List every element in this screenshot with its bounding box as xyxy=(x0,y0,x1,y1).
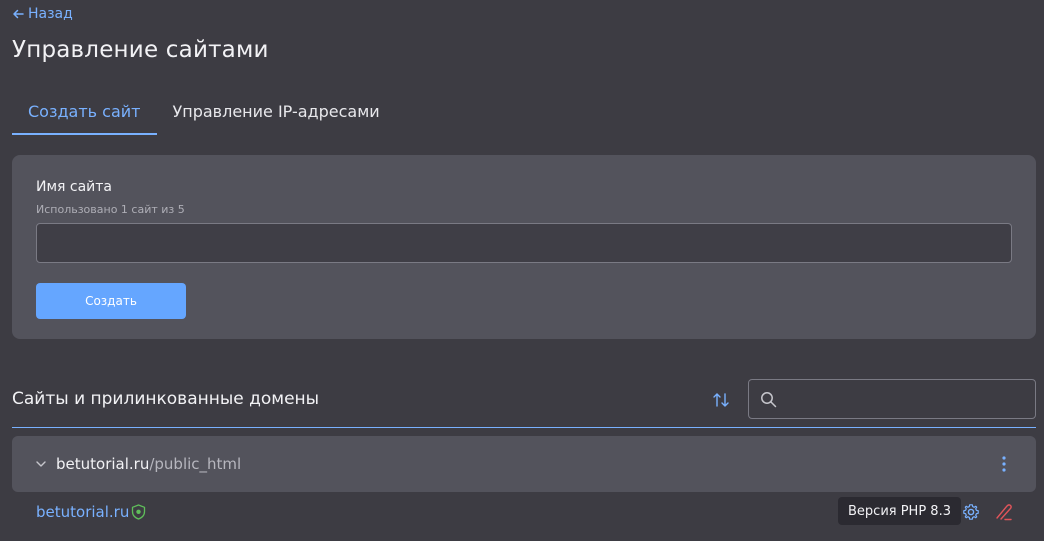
site-directory: /public_html xyxy=(149,455,242,473)
site-name-label: Имя сайта xyxy=(36,179,113,195)
sort-button[interactable] xyxy=(710,390,732,410)
tab-create-site[interactable]: Создать сайт xyxy=(12,92,157,135)
ssl-shield-icon xyxy=(131,504,146,520)
site-path: betutorial.ru/public_html xyxy=(56,455,241,473)
site-domain: betutorial.ru xyxy=(56,455,150,473)
sort-icon xyxy=(713,393,729,407)
site-name-input[interactable] xyxy=(36,223,1012,263)
linked-domain-link[interactable]: betutorial.ru xyxy=(36,503,129,521)
tab-manage-ip[interactable]: Управление IP-адресами xyxy=(157,92,396,135)
back-link[interactable]: Назад xyxy=(12,6,73,22)
create-button[interactable]: Создать xyxy=(36,283,186,319)
kebab-menu-icon[interactable] xyxy=(994,452,1014,476)
unlink-icon[interactable] xyxy=(994,502,1014,522)
search-box xyxy=(748,379,1036,419)
arrow-left-icon xyxy=(13,9,24,19)
section-divider xyxy=(12,427,1036,428)
chevron-down-icon[interactable] xyxy=(34,458,48,470)
back-label: Назад xyxy=(28,6,73,22)
gear-icon[interactable] xyxy=(962,503,980,521)
site-usage-hint: Использовано 1 сайт из 5 xyxy=(36,203,185,216)
site-row[interactable]: betutorial.ru/public_html xyxy=(12,436,1036,492)
tabs: Создать сайт Управление IP-адресами xyxy=(12,92,396,135)
page-title: Управление сайтами xyxy=(12,37,269,63)
search-input[interactable] xyxy=(785,380,1033,418)
search-icon xyxy=(761,392,777,408)
sites-section-title: Сайты и прилинкованные домены xyxy=(12,389,320,409)
php-version-badge[interactable]: Версия PHP 8.3 xyxy=(838,497,961,525)
create-site-card: Имя сайта Использовано 1 сайт из 5 Созда… xyxy=(12,155,1036,339)
